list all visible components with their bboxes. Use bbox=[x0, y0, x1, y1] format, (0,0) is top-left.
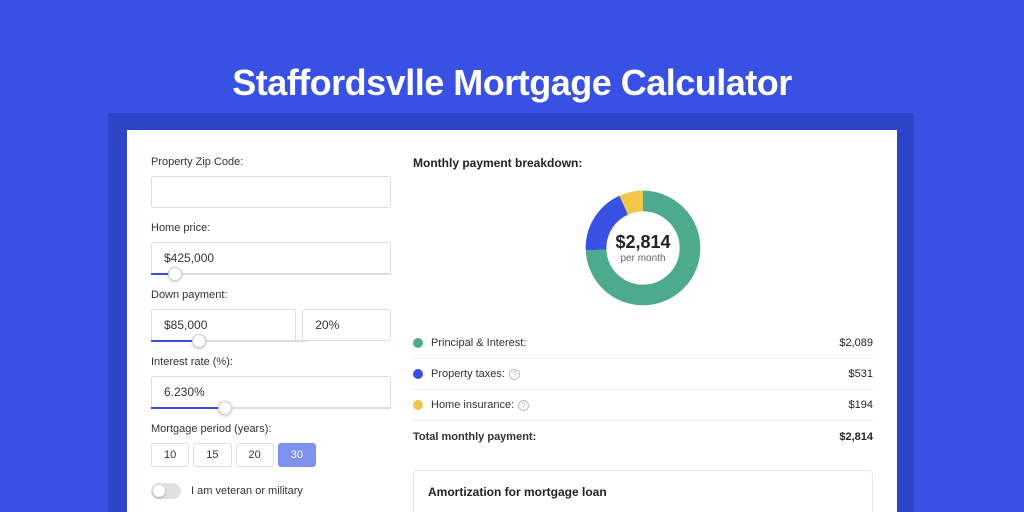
calculator-card: Property Zip Code: Home price: Down paym… bbox=[127, 130, 897, 512]
amortization-header: Amortization for mortgage loan bbox=[428, 485, 858, 499]
breakdown-row-value: $2,089 bbox=[839, 337, 873, 349]
interest-label: Interest rate (%): bbox=[151, 356, 391, 368]
veteran-label: I am veteran or military bbox=[191, 485, 303, 497]
breakdown-row: Property taxes:? $531 bbox=[413, 359, 873, 390]
info-icon[interactable]: ? bbox=[518, 400, 529, 411]
down-payment-label: Down payment: bbox=[151, 289, 391, 301]
amortization-card: Amortization for mortgage loan Amortizat… bbox=[413, 470, 873, 512]
breakdown-row-label: Home insurance: bbox=[431, 399, 514, 411]
legend-dot bbox=[413, 400, 423, 410]
donut-center-sub: per month bbox=[620, 253, 665, 264]
home-price-slider[interactable] bbox=[151, 273, 391, 275]
interest-field: Interest rate (%): bbox=[151, 356, 391, 409]
breakdown-row-label: Property taxes: bbox=[431, 368, 505, 380]
breakdown-header: Monthly payment breakdown: bbox=[413, 156, 873, 170]
info-icon[interactable]: ? bbox=[509, 369, 520, 380]
legend-dot bbox=[413, 338, 423, 348]
total-value: $2,814 bbox=[839, 431, 873, 443]
page-title: Staffordsvlle Mortgage Calculator bbox=[0, 62, 1024, 104]
home-price-label: Home price: bbox=[151, 222, 391, 234]
period-button-10[interactable]: 10 bbox=[151, 443, 189, 467]
down-payment-pct-input[interactable] bbox=[302, 309, 391, 341]
breakdown-rows: Principal & Interest: $2,089 Property taxe… bbox=[413, 328, 873, 421]
home-price-field: Home price: bbox=[151, 222, 391, 275]
zip-field: Property Zip Code: bbox=[151, 156, 391, 208]
period-buttons: 10152030 bbox=[151, 443, 391, 467]
period-label: Mortgage period (years): bbox=[151, 423, 391, 435]
home-price-input[interactable] bbox=[151, 242, 391, 274]
breakdown-total-row: Total monthly payment: $2,814 bbox=[413, 421, 873, 452]
breakdown-row-value: $194 bbox=[849, 399, 873, 411]
total-label: Total monthly payment: bbox=[413, 431, 536, 443]
breakdown-row-label: Principal & Interest: bbox=[431, 337, 526, 349]
zip-label: Property Zip Code: bbox=[151, 156, 391, 168]
form-column: Property Zip Code: Home price: Down paym… bbox=[151, 156, 391, 512]
period-button-30[interactable]: 30 bbox=[278, 443, 316, 467]
breakdown-row: Home insurance:? $194 bbox=[413, 390, 873, 421]
period-button-20[interactable]: 20 bbox=[236, 443, 274, 467]
slider-handle[interactable] bbox=[192, 334, 206, 348]
period-button-15[interactable]: 15 bbox=[193, 443, 231, 467]
donut-chart-wrap: $2,814 per month bbox=[413, 186, 873, 310]
interest-slider[interactable] bbox=[151, 407, 391, 409]
legend-dot bbox=[413, 369, 423, 379]
breakdown-row-value: $531 bbox=[849, 368, 873, 380]
interest-input[interactable] bbox=[151, 376, 391, 408]
veteran-row: I am veteran or military bbox=[151, 483, 391, 499]
down-payment-slider[interactable] bbox=[151, 340, 307, 342]
slider-handle[interactable] bbox=[168, 267, 182, 281]
slider-handle[interactable] bbox=[218, 401, 232, 415]
down-payment-field: Down payment: bbox=[151, 289, 391, 342]
page-root: Staffordsvlle Mortgage Calculator Proper… bbox=[0, 0, 1024, 512]
zip-input[interactable] bbox=[151, 176, 391, 208]
breakdown-column: Monthly payment breakdown: $2,814 per mo… bbox=[413, 156, 873, 512]
donut-chart: $2,814 per month bbox=[581, 186, 705, 310]
veteran-toggle[interactable] bbox=[151, 483, 181, 499]
breakdown-row: Principal & Interest: $2,089 bbox=[413, 328, 873, 359]
donut-center-value: $2,814 bbox=[615, 232, 670, 253]
down-payment-input[interactable] bbox=[151, 309, 296, 341]
